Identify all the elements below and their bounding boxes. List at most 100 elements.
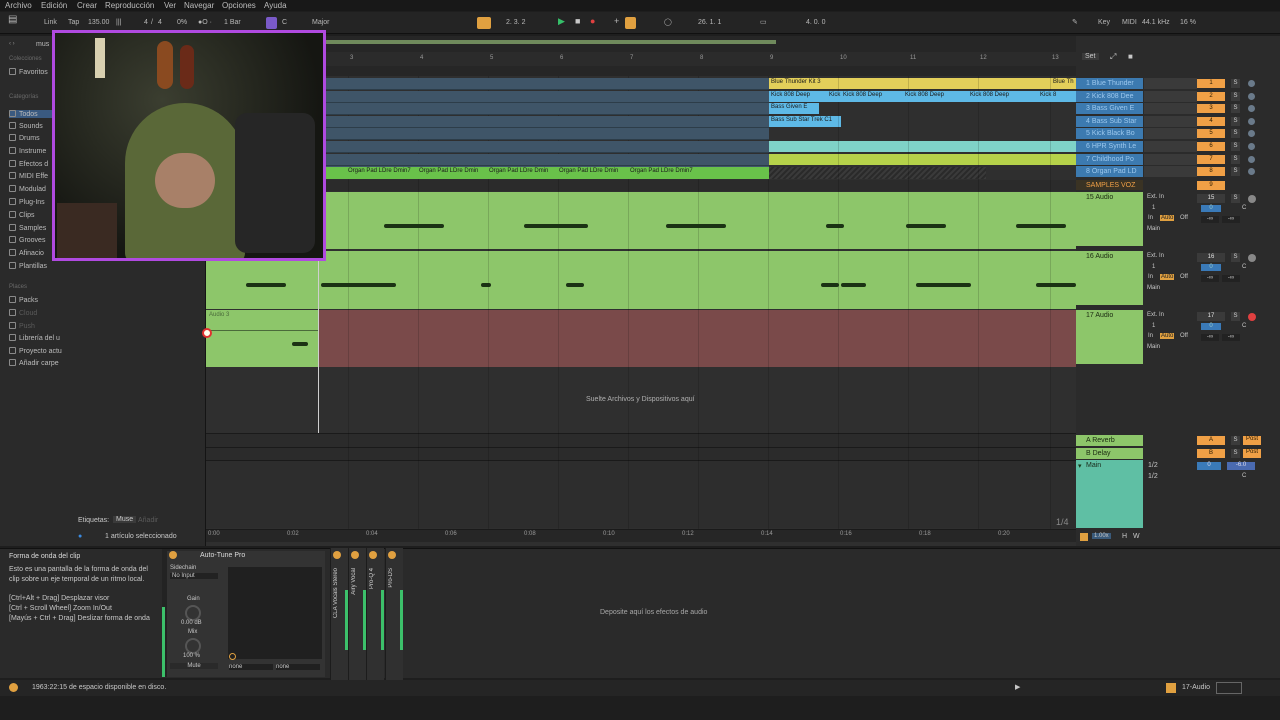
- track-number[interactable]: 17: [1197, 312, 1225, 321]
- post-button[interactable]: Post: [1243, 449, 1261, 458]
- track-number[interactable]: 16: [1197, 253, 1225, 262]
- sidechain-select[interactable]: No Input: [170, 573, 218, 579]
- input-select[interactable]: Ext. In: [1147, 194, 1164, 200]
- pan-field[interactable]: C: [1242, 264, 1246, 270]
- return-track-B[interactable]: B Delay: [1076, 448, 1143, 459]
- track-number[interactable]: 1: [1197, 79, 1225, 88]
- clip-kick[interactable]: Kick 808 Deep: [841, 91, 903, 102]
- width-button[interactable]: W: [1133, 533, 1140, 540]
- key-map-button[interactable]: Key: [1098, 18, 1110, 28]
- track-header-audio-17[interactable]: 17 Audio: [1076, 310, 1143, 364]
- tempo-field[interactable]: 135.00: [88, 18, 109, 28]
- clip-childhood[interactable]: [769, 154, 1076, 165]
- main-fold-icon[interactable]: ▾: [1078, 462, 1082, 470]
- track-header-7[interactable]: 7 Childhood Po: [1076, 153, 1143, 165]
- solo-button[interactable]: S: [1231, 104, 1240, 114]
- arm-button[interactable]: [1248, 80, 1255, 87]
- return-letter[interactable]: A: [1197, 436, 1225, 445]
- place-0[interactable]: Packs: [9, 296, 65, 304]
- track-lane-1[interactable]: [326, 78, 769, 90]
- solo-button[interactable]: S: [1231, 436, 1240, 445]
- input-select[interactable]: Ext. In: [1147, 312, 1164, 318]
- device-power-icon[interactable]: [369, 551, 377, 559]
- clip-blue-thunder[interactable]: Blue Thunder Kit 3: [769, 78, 1051, 89]
- monitor-in-button[interactable]: In: [1148, 215, 1153, 221]
- solo-button[interactable]: S: [1231, 79, 1240, 88]
- place-2[interactable]: Push: [9, 322, 65, 330]
- loop-length-field[interactable]: 4. 0. 0: [806, 18, 825, 28]
- browser-back-icon[interactable]: ‹ ›: [9, 41, 15, 47]
- arm-button[interactable]: [1248, 254, 1256, 262]
- track-header-1[interactable]: 1 Blue Thunder: [1076, 78, 1143, 89]
- menu-archivo[interactable]: Archivo: [5, 0, 32, 11]
- return-letter[interactable]: B: [1197, 449, 1225, 458]
- clip-organ[interactable]: Organ Pad LDre Dmin7: [346, 167, 417, 179]
- device-power-icon[interactable]: [388, 551, 396, 559]
- main-io-2[interactable]: 1/2: [1148, 473, 1158, 480]
- monitor-auto-button[interactable]: Auto: [1160, 215, 1175, 221]
- link-button[interactable]: Link: [44, 18, 57, 28]
- overdub-icon[interactable]: +: [614, 16, 619, 26]
- track-lane-5[interactable]: [326, 128, 769, 141]
- track-number[interactable]: 2: [1197, 91, 1225, 101]
- solo-button[interactable]: S: [1231, 449, 1240, 458]
- place-4[interactable]: Proyecto actu: [9, 347, 65, 355]
- track-header-audio-15[interactable]: 15 Audio: [1076, 192, 1143, 246]
- solo-button[interactable]: S: [1231, 167, 1240, 177]
- grid-fraction[interactable]: 1/4: [1056, 517, 1069, 527]
- mix-knob[interactable]: [185, 638, 201, 654]
- tag-muse[interactable]: Muse: [113, 516, 137, 523]
- monitor-off-button[interactable]: Off: [1180, 333, 1188, 339]
- none-select-2[interactable]: none: [276, 664, 320, 670]
- place-5[interactable]: Añadir carpe: [9, 359, 65, 367]
- main-volume-2[interactable]: -6.0: [1227, 462, 1255, 470]
- beat-ruler[interactable]: [206, 52, 1076, 66]
- main-volume[interactable]: 0: [1197, 462, 1221, 470]
- expand-icon[interactable]: ⤢: [1110, 52, 1116, 62]
- monitor-off-button[interactable]: Off: [1180, 215, 1188, 221]
- send-b[interactable]: -∞: [1222, 334, 1240, 341]
- arm-button[interactable]: [1248, 195, 1256, 203]
- sidebar-toggle-icon[interactable]: ▤: [8, 15, 17, 25]
- output-select[interactable]: Main: [1147, 285, 1160, 291]
- solo-button[interactable]: S: [1231, 194, 1240, 203]
- pan-field[interactable]: C: [1242, 205, 1246, 211]
- monitor-auto-button[interactable]: Auto: [1160, 333, 1175, 339]
- loop-switch-icon[interactable]: ▭: [760, 18, 767, 28]
- clip-kick[interactable]: Kick 8: [1038, 91, 1076, 102]
- track-number[interactable]: 3: [1197, 104, 1225, 114]
- track-header-6[interactable]: 6 HPR Synth Le: [1076, 141, 1143, 152]
- quantize-select[interactable]: 1 Bar: [224, 18, 241, 28]
- track-header-4[interactable]: 4 Bass Sub Star: [1076, 115, 1143, 127]
- lock-icon[interactable]: ■: [1128, 52, 1133, 61]
- track-main[interactable]: Main: [1076, 460, 1143, 528]
- zoom-level[interactable]: 1.00x: [1092, 533, 1111, 539]
- clip-kick[interactable]: Kick 808 Deep: [903, 91, 968, 102]
- key-toggle[interactable]: [266, 17, 277, 29]
- menu-reproduccion[interactable]: Reproducción: [105, 0, 154, 11]
- menu-ayuda[interactable]: Ayuda: [264, 0, 287, 11]
- metronome-icon[interactable]: |||: [116, 18, 121, 28]
- lane-16-audio[interactable]: [206, 251, 1076, 309]
- overview-strip[interactable]: [326, 40, 776, 44]
- clip-bass-given[interactable]: Bass Given E: [769, 103, 819, 114]
- clip-kick[interactable]: Kick 808 Deep: [968, 91, 1038, 102]
- height-button[interactable]: H: [1122, 533, 1127, 540]
- meter-numerator[interactable]: 4: [144, 18, 148, 28]
- key-select[interactable]: C: [282, 18, 287, 28]
- channel-select[interactable]: 1: [1152, 323, 1155, 329]
- clip-organ[interactable]: Organ Pad LDre Dmin: [557, 167, 628, 179]
- place-1[interactable]: Cloud: [9, 309, 65, 317]
- menu-navegar[interactable]: Navegar: [184, 0, 214, 11]
- arm-button[interactable]: [1248, 143, 1255, 150]
- solo-button[interactable]: S: [1231, 312, 1240, 321]
- device-power-icon[interactable]: [351, 551, 359, 559]
- solo-button[interactable]: S: [1231, 154, 1240, 164]
- scroll-right-icon[interactable]: ▶: [1015, 683, 1020, 691]
- mute-button[interactable]: Mute: [170, 663, 218, 669]
- device-on-toggle[interactable]: [169, 551, 177, 559]
- monitor-auto-button[interactable]: Auto: [1160, 274, 1175, 280]
- volume-field[interactable]: 0: [1201, 205, 1221, 212]
- clip-synth[interactable]: [769, 141, 1076, 152]
- monitor-in-button[interactable]: In: [1148, 333, 1153, 339]
